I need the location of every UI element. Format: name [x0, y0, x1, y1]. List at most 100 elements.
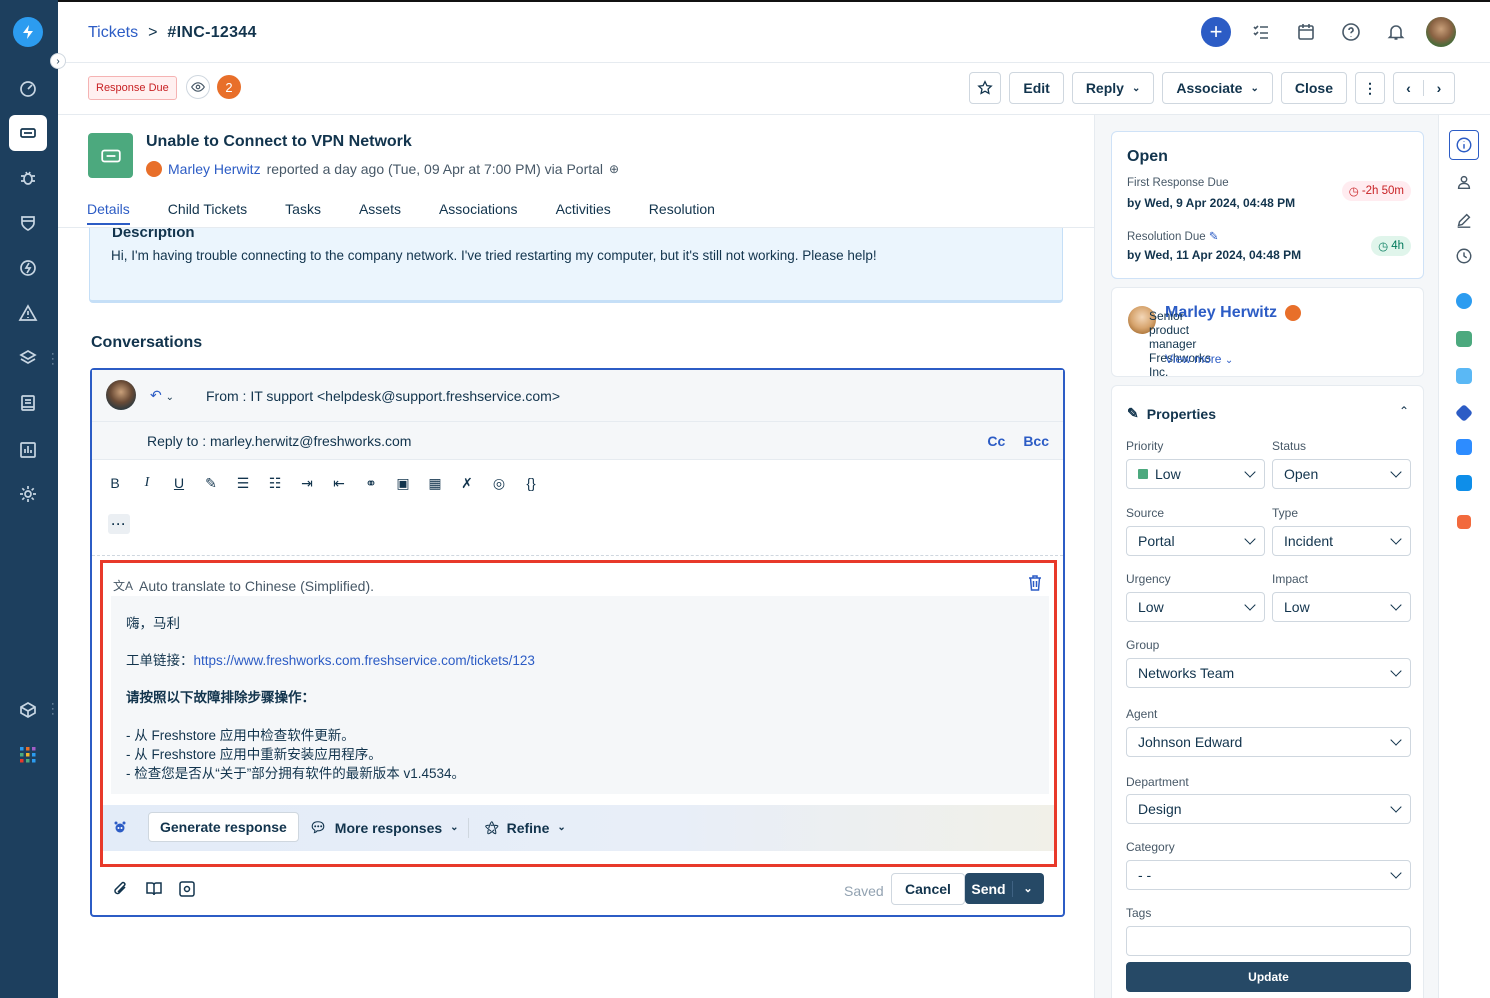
category-select[interactable]: - -: [1126, 860, 1411, 890]
edit-button[interactable]: Edit: [1009, 72, 1064, 104]
impact-select[interactable]: Low: [1272, 592, 1411, 622]
cancel-button[interactable]: Cancel: [891, 873, 965, 905]
releases-icon[interactable]: [9, 250, 47, 286]
contact-person-icon[interactable]: [1449, 167, 1479, 197]
knowledge-book-icon[interactable]: [145, 880, 163, 898]
dashboard-icon[interactable]: [9, 71, 47, 107]
more-dots-icon[interactable]: · · ·: [51, 349, 55, 370]
zoom-app-icon[interactable]: [1449, 432, 1479, 462]
from-field[interactable]: From : IT support <helpdesk@support.fres…: [206, 388, 560, 404]
reply-button[interactable]: Reply ⌄: [1071, 72, 1155, 104]
tab-assets[interactable]: Assets: [359, 201, 401, 225]
orange-app-icon[interactable]: [1449, 507, 1479, 537]
image-icon[interactable]: ▣: [394, 474, 412, 492]
time-log-clock-icon[interactable]: [1449, 241, 1479, 271]
reply-mode-dropdown[interactable]: ↶ ⌄: [150, 387, 174, 404]
properties-header[interactable]: ✎ Properties: [1127, 405, 1216, 422]
jira-app-icon[interactable]: [1449, 398, 1479, 428]
update-button[interactable]: Update: [1126, 962, 1411, 992]
skype-app-icon[interactable]: [1449, 286, 1479, 316]
code-icon[interactable]: {}: [522, 474, 540, 492]
canned-response-icon[interactable]: ◎: [490, 474, 508, 492]
bulleted-list-icon[interactable]: ☰: [234, 474, 252, 492]
alerts-icon[interactable]: [9, 295, 47, 331]
bold-icon[interactable]: B: [106, 474, 124, 492]
send-button-label[interactable]: Send: [965, 880, 1013, 897]
tab-tasks[interactable]: Tasks: [285, 201, 321, 225]
type-select[interactable]: Incident: [1272, 526, 1411, 556]
canned-response-settings-icon[interactable]: [178, 880, 196, 898]
table-icon[interactable]: ▦: [426, 474, 444, 492]
priority-select[interactable]: Low: [1126, 459, 1265, 489]
tab-associations[interactable]: Associations: [439, 201, 518, 225]
translated-content[interactable]: 嗨，马利 工单链接：https://www.freshworks.com.fre…: [111, 596, 1049, 794]
clear-format-icon[interactable]: ✗: [458, 474, 476, 492]
next-chevron-icon[interactable]: ›: [1424, 80, 1454, 96]
tickets-icon[interactable]: [9, 115, 47, 151]
freshservice-logo[interactable]: [13, 17, 43, 47]
assets-icon[interactable]: [9, 340, 47, 376]
notifications-bell-icon[interactable]: [1381, 17, 1411, 47]
teamviewer-app-icon[interactable]: [1449, 468, 1479, 498]
ticket-link[interactable]: https://www.freshworks.com.freshservice.…: [194, 653, 535, 668]
status-select[interactable]: Open: [1272, 459, 1411, 489]
video-app-icon[interactable]: [1449, 324, 1479, 354]
breadcrumb-tickets-link[interactable]: Tickets: [88, 24, 138, 42]
associate-button[interactable]: Associate ⌄: [1162, 72, 1273, 104]
reply-to-field[interactable]: Reply to : marley.herwitz@freshworks.com: [147, 433, 411, 449]
generate-response-button[interactable]: Generate response: [148, 812, 299, 842]
tab-child-tickets[interactable]: Child Tickets: [168, 201, 247, 225]
delete-trash-icon[interactable]: [1028, 575, 1044, 593]
notes-pencil-icon[interactable]: [1449, 205, 1479, 235]
previous-chevron-icon[interactable]: ‹: [1394, 80, 1424, 96]
new-plus-button[interactable]: +: [1201, 17, 1231, 47]
problems-icon[interactable]: [9, 160, 47, 196]
italic-icon[interactable]: I: [138, 474, 156, 492]
requester-link[interactable]: Marley Herwitz: [168, 161, 261, 177]
help-icon[interactable]: [1336, 17, 1366, 47]
source-select[interactable]: Portal: [1126, 526, 1265, 556]
more-responses-button[interactable]: 💬︎ More responses ⌄: [309, 819, 459, 836]
watcher-count-badge[interactable]: 2: [217, 75, 241, 99]
product-switcher-icon[interactable]: [9, 737, 47, 773]
numbered-list-icon[interactable]: ☷: [266, 474, 284, 492]
refine-button[interactable]: ⚝ Refine ⌄: [485, 819, 566, 836]
calendar-icon[interactable]: [1291, 17, 1321, 47]
department-select[interactable]: Design: [1126, 794, 1411, 824]
tab-activities[interactable]: Activities: [556, 201, 611, 225]
link-icon[interactable]: ⚭: [362, 474, 380, 492]
collapse-nav-chevron-icon[interactable]: ›: [50, 53, 66, 69]
chat-app-icon[interactable]: [1449, 361, 1479, 391]
watch-eye-icon[interactable]: [186, 75, 210, 99]
attachment-paperclip-icon[interactable]: [112, 880, 130, 898]
tags-input[interactable]: [1126, 926, 1411, 956]
more-vertical-icon[interactable]: ⋮: [1355, 72, 1385, 104]
todo-list-icon[interactable]: [1246, 17, 1276, 47]
urgency-select[interactable]: Low: [1126, 592, 1265, 622]
changes-icon[interactable]: [9, 205, 47, 241]
indent-icon[interactable]: ⇥: [298, 474, 316, 492]
agent-select[interactable]: Johnson Edward: [1126, 727, 1411, 757]
bcc-button[interactable]: Bcc: [1023, 433, 1049, 449]
apps-cube-icon[interactable]: [9, 692, 47, 728]
tab-resolution[interactable]: Resolution: [649, 201, 715, 225]
tab-details[interactable]: Details: [87, 201, 130, 225]
send-options-chevron-icon[interactable]: ⌄: [1013, 882, 1043, 895]
more-toolbar-options-icon[interactable]: ···: [108, 514, 130, 534]
group-select[interactable]: Networks Team: [1126, 658, 1411, 688]
user-avatar[interactable]: [1426, 17, 1456, 47]
highlight-pen-icon[interactable]: ✎: [202, 474, 220, 492]
underline-icon[interactable]: U: [170, 474, 188, 492]
reports-icon[interactable]: [9, 432, 47, 468]
solutions-icon[interactable]: [9, 385, 47, 421]
edit-pencil-icon[interactable]: ✎: [1209, 231, 1219, 243]
view-more-link[interactable]: View more ⌄: [1165, 352, 1233, 366]
info-icon[interactable]: [1449, 130, 1479, 160]
cc-button[interactable]: Cc: [987, 433, 1005, 449]
more-dots-icon-2[interactable]: · · ·: [51, 699, 55, 720]
outdent-icon[interactable]: ⇤: [330, 474, 348, 492]
admin-gear-icon[interactable]: [9, 476, 47, 512]
collapse-chevron-icon[interactable]: ⌃: [1399, 404, 1409, 418]
close-button[interactable]: Close: [1280, 72, 1347, 104]
star-icon[interactable]: [969, 72, 1002, 104]
